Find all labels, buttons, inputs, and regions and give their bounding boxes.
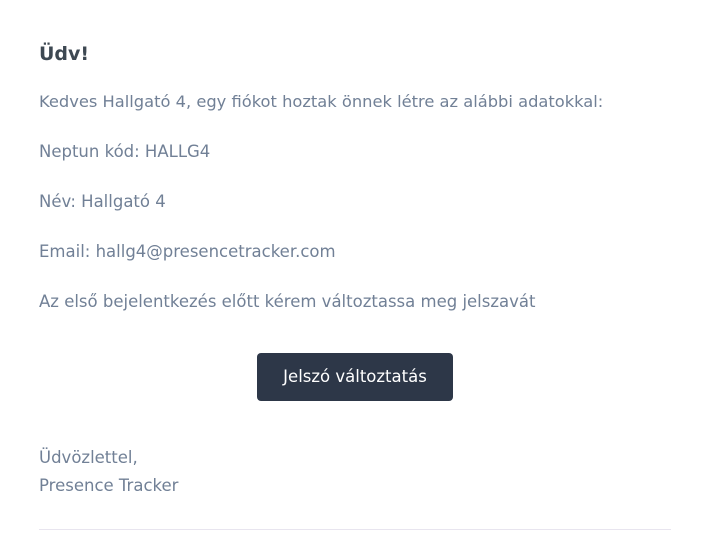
email-text: Email: hallg4@presencetracker.com [39,242,336,261]
signature-text: Presence Tracker [39,476,179,495]
change-password-button[interactable]: Jelszó változtatás [257,353,453,401]
email-content: Üdv! Kedves Hallgató 4, egy fiókot hozta… [39,0,671,535]
password-notice-text: Az első bejelentkezés előtt kérem változ… [39,292,536,311]
neptun-code-text: Neptun kód: HALLG4 [39,142,211,161]
salutation-text: Üdvözlettel, [39,448,138,467]
greeting-heading: Üdv! [39,43,90,65]
intro-text: Kedves Hallgató 4, egy fiókot hoztak önn… [39,92,604,111]
footer-divider [39,529,671,530]
salutation-block: Üdvözlettel, Presence Tracker [39,444,178,500]
name-text: Név: Hallgató 4 [39,192,166,211]
button-container: Jelszó változtatás [39,353,671,401]
